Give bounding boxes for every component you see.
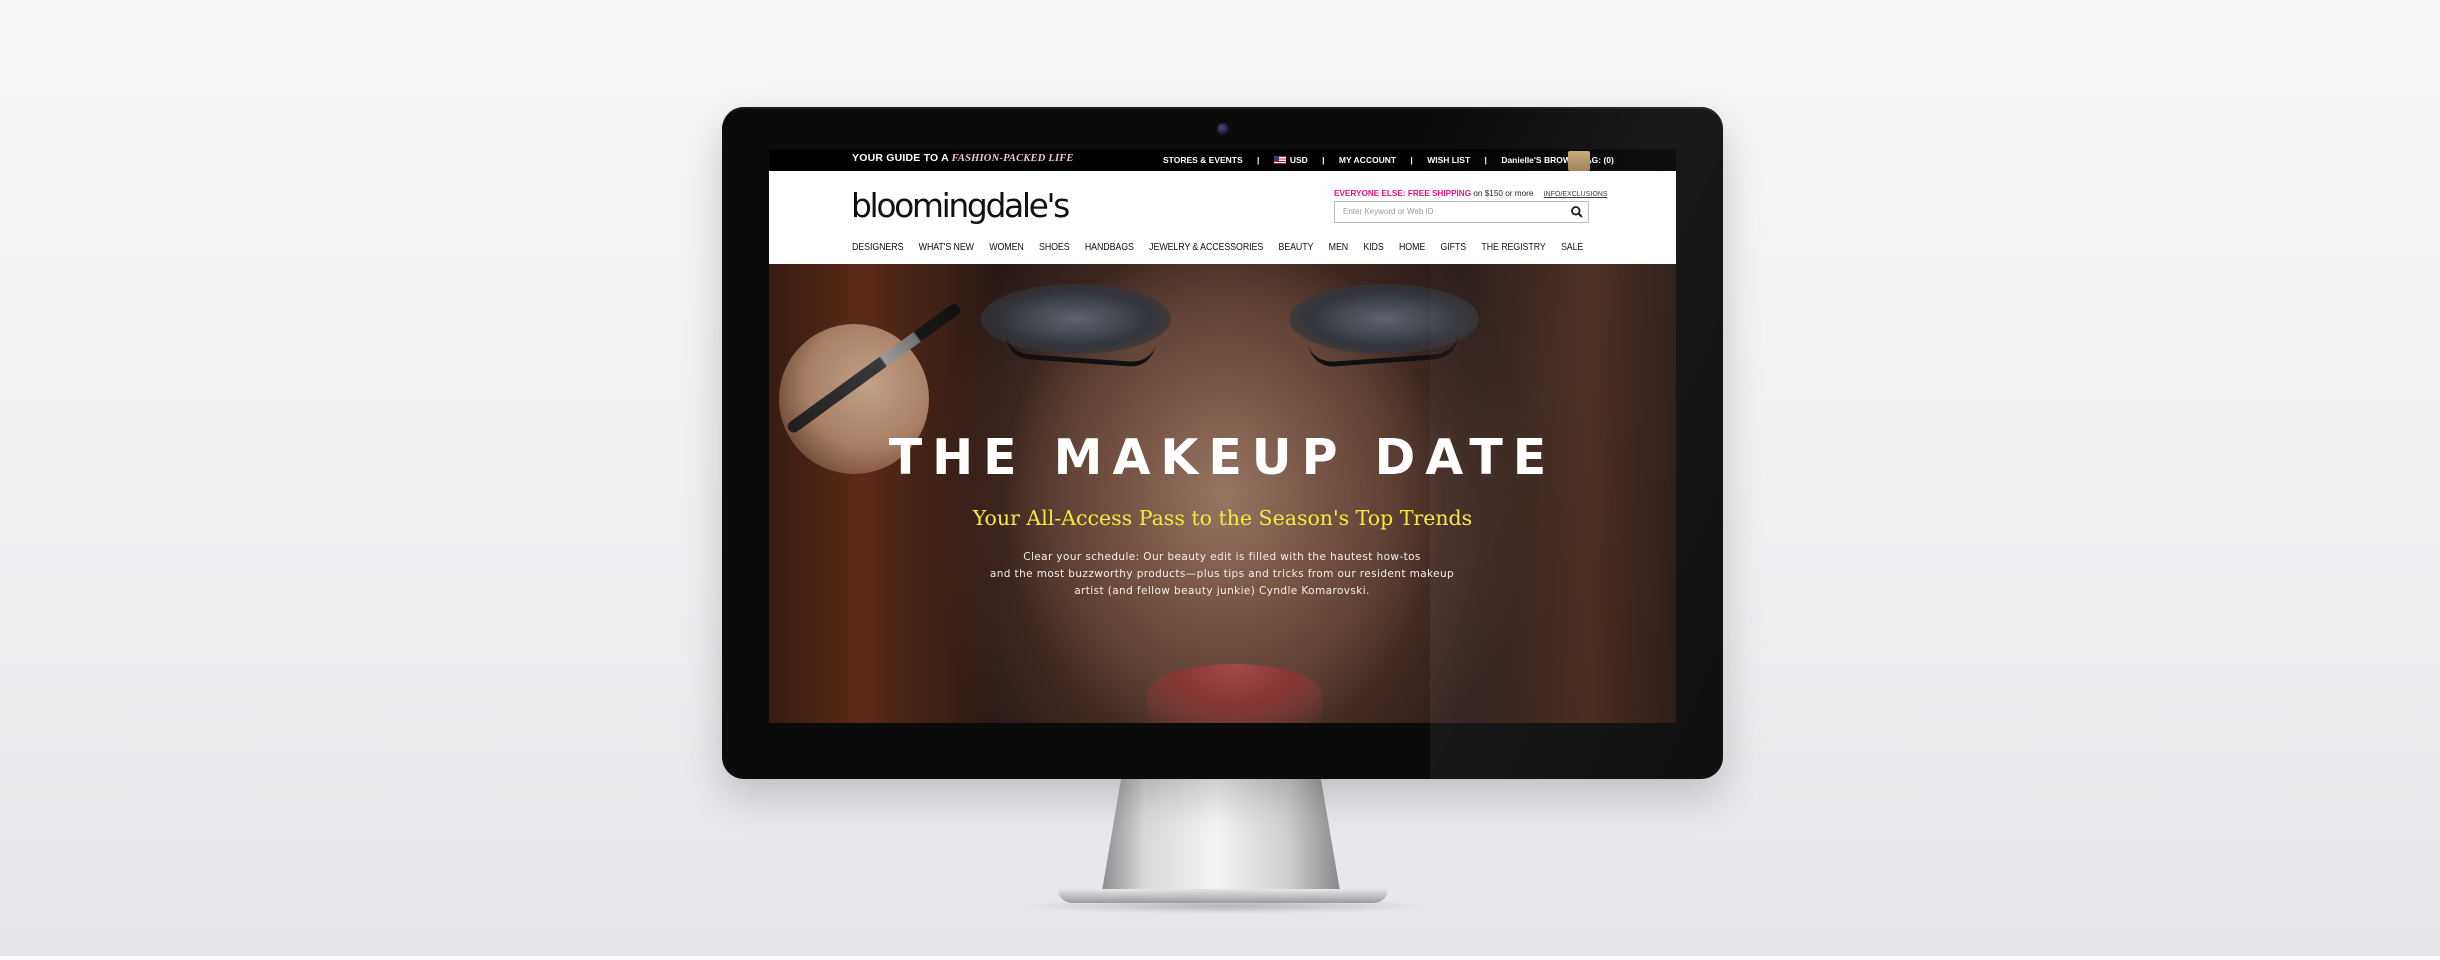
search-box	[1334, 201, 1589, 223]
hero-overlay	[769, 264, 1676, 723]
nav-item-kids[interactable]: KIDS	[1363, 242, 1383, 253]
nav-item-home[interactable]: HOME	[1399, 242, 1425, 253]
bag-icon[interactable]	[1568, 151, 1590, 171]
hero-banner[interactable]: THE MAKEUP DATE Your All-Access Pass to …	[769, 264, 1676, 723]
hero-body-line: and the most buzzworthy products—plus ti…	[989, 568, 1455, 580]
utility-links: STORES & EVENTS | USD | MY ACCOUNT | WIS…	[1163, 155, 1614, 165]
utility-bar: YOUR GUIDE TO A FASHION-PACKED LIFE STOR…	[769, 149, 1676, 171]
stores-events-link[interactable]: STORES & EVENTS	[1163, 155, 1243, 165]
separator: |	[1257, 155, 1260, 165]
nav-item-women[interactable]: WOMEN	[989, 242, 1024, 253]
hero-title: THE MAKEUP DATE	[888, 429, 1557, 486]
page-bottom-strip	[0, 956, 2440, 960]
camera-icon	[1217, 123, 1229, 135]
brand-logo[interactable]: bloomingdale's	[851, 186, 1070, 225]
search-icon[interactable]	[1570, 205, 1584, 219]
my-account-link[interactable]: MY ACCOUNT	[1339, 155, 1396, 165]
flag-icon	[1273, 156, 1286, 164]
nav-item-registry[interactable]: THE REGISTRY	[1481, 242, 1545, 253]
separator: |	[1410, 155, 1413, 165]
promo-info-link[interactable]: INFO/EXCLUSIONS	[1544, 191, 1608, 198]
search-input[interactable]	[1343, 202, 1563, 220]
currency-label: USD	[1289, 155, 1308, 165]
separator: |	[1484, 155, 1487, 165]
site-header: bloomingdale's EVERYONE ELSE: FREE SHIPP…	[769, 171, 1676, 264]
tagline-prefix: YOUR GUIDE TO A	[852, 152, 949, 164]
nav-item-whats-new[interactable]: WHAT'S NEW	[919, 242, 974, 253]
hero-body: Clear your schedule: Our beauty edit is …	[972, 549, 1472, 600]
hero-body-line: Clear your schedule: Our beauty edit is …	[1023, 551, 1421, 563]
tagline-accent: FASHION-PACKED LIFE	[951, 153, 1074, 164]
monitor-screen: YOUR GUIDE TO A FASHION-PACKED LIFE STOR…	[769, 149, 1676, 723]
wish-list-link[interactable]: WISH LIST	[1427, 155, 1470, 165]
nav-item-handbags[interactable]: HANDBAGS	[1085, 242, 1134, 253]
hero-subtitle: Your All-Access Pass to the Season's Top…	[972, 506, 1473, 530]
nav-item-gifts[interactable]: GIFTS	[1440, 242, 1466, 253]
monitor-stand-neck	[1102, 779, 1340, 891]
nav-item-men[interactable]: MEN	[1329, 242, 1349, 253]
promo-rest: on $150 or more	[1471, 189, 1534, 198]
hero-body-line: artist (and fellow beauty junkie) Cyndle…	[1074, 585, 1370, 597]
brown-bag-link[interactable]: Danielle'S BROWN BAG: (0)	[1501, 155, 1614, 165]
nav-item-shoes[interactable]: SHOES	[1039, 242, 1070, 253]
tagline: YOUR GUIDE TO A FASHION-PACKED LIFE	[852, 152, 1074, 164]
promo-strong: EVERYONE ELSE: FREE SHIPPING	[1334, 189, 1472, 198]
monitor-stand-base	[1058, 889, 1388, 903]
main-nav: DESIGNERS WHAT'S NEW WOMEN SHOES HANDBAG…	[852, 242, 1596, 253]
nav-item-jewelry-accessories[interactable]: JEWELRY & ACCESSORIES	[1149, 242, 1263, 253]
currency-selector[interactable]: USD	[1273, 155, 1308, 165]
separator: |	[1322, 155, 1325, 165]
nav-item-designers[interactable]: DESIGNERS	[852, 242, 903, 253]
nav-item-beauty[interactable]: BEAUTY	[1278, 242, 1313, 253]
shipping-promo: EVERYONE ELSE: FREE SHIPPING on $150 or …	[1334, 189, 1608, 198]
nav-item-sale[interactable]: SALE	[1561, 242, 1583, 253]
